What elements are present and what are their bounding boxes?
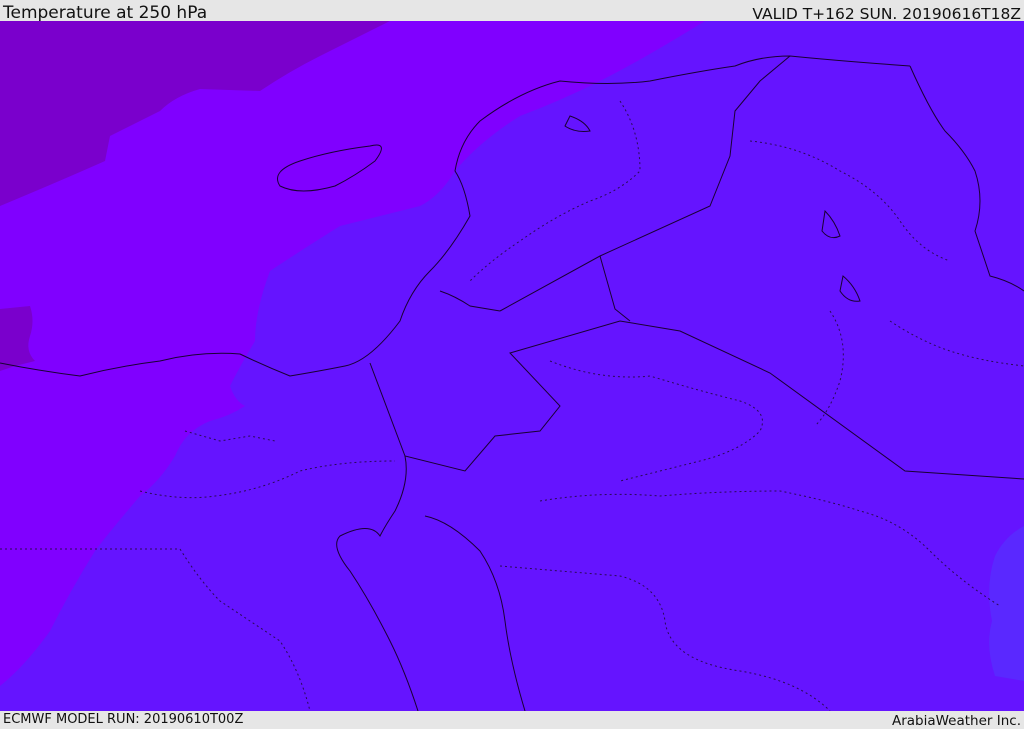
footer-bar: ECMWF MODEL RUN: 20190610T00Z ArabiaWeat… (0, 711, 1024, 729)
provider-label: ArabiaWeather Inc. (891, 713, 1021, 729)
map-frame: Temperature at 250 hPa VALID T+162 SUN. … (0, 0, 1024, 729)
temperature-map (0, 21, 1024, 711)
model-run-label: ECMWF MODEL RUN: 20190610T00Z (3, 712, 244, 727)
header-bar: Temperature at 250 hPa VALID T+162 SUN. … (0, 0, 1024, 23)
